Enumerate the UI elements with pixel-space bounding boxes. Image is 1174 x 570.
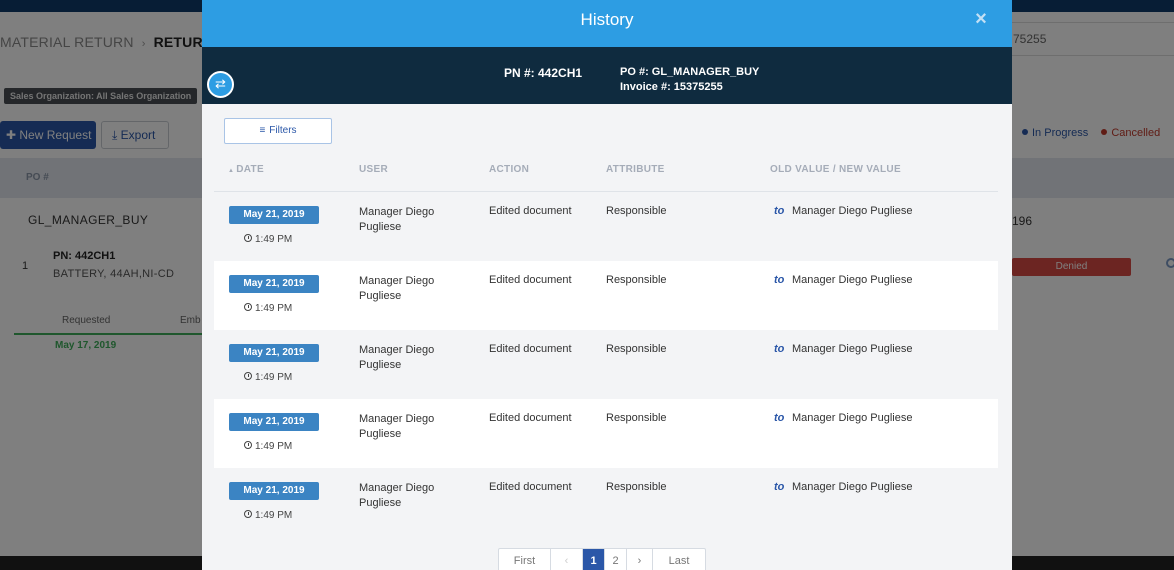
new-value-cell: Manager Diego Pugliese — [792, 481, 913, 493]
date-badge: May 21, 2019 — [229, 344, 319, 362]
history-row: May 21, 2019 1:49 PM Manager Diego Pugli… — [214, 468, 998, 537]
time-stamp: 1:49 PM — [244, 303, 292, 314]
new-value-cell: Manager Diego Pugliese — [792, 205, 913, 217]
action-cell: Edited document — [489, 412, 572, 424]
filters-button[interactable]: ≡ Filters — [224, 118, 332, 144]
attribute-column-header: ATTRIBUTE — [606, 164, 665, 175]
action-cell: Edited document — [489, 343, 572, 355]
date-badge: May 21, 2019 — [229, 206, 319, 224]
pagination: First ‹ 1 2 › Last — [498, 548, 706, 570]
user-cell: Manager Diego Pugliese — [359, 344, 435, 371]
action-cell: Edited document — [489, 481, 572, 493]
action-column-header: ACTION — [489, 164, 530, 175]
to-label: to — [774, 274, 785, 286]
invoice-number: Invoice #: 15375255 — [620, 81, 723, 93]
clock-icon — [244, 234, 252, 242]
sliders-icon: ≡ — [259, 125, 266, 136]
history-row: May 21, 2019 1:49 PM Manager Diego Pugli… — [214, 399, 998, 468]
time-label: 1:49 PM — [255, 234, 293, 245]
to-label: to — [774, 343, 785, 355]
page-button-1[interactable]: 1 — [583, 549, 605, 570]
close-icon[interactable]: × — [972, 7, 990, 31]
clock-icon — [244, 510, 252, 518]
attribute-cell: Responsible — [606, 205, 667, 217]
po-number: PO #: GL_MANAGER_BUY — [620, 66, 760, 78]
time-label: 1:49 PM — [255, 510, 293, 521]
modal-title: History — [580, 10, 634, 29]
next-page-icon[interactable]: › — [627, 549, 653, 570]
pn-number: PN #: 442CH1 — [504, 66, 583, 80]
attribute-cell: Responsible — [606, 274, 667, 286]
history-row: May 21, 2019 1:49 PM Manager Diego Pugli… — [214, 192, 998, 261]
to-label: to — [774, 205, 785, 217]
time-stamp: 1:49 PM — [244, 234, 292, 245]
time-label: 1:49 PM — [255, 441, 293, 452]
new-value-cell: Manager Diego Pugliese — [792, 343, 913, 355]
sort-asc-icon: ▲ — [228, 168, 235, 174]
filters-label: Filters — [269, 125, 297, 136]
first-page-button[interactable]: First — [499, 549, 551, 570]
date-header-label: DATE — [236, 164, 264, 175]
clock-icon — [244, 441, 252, 449]
to-label: to — [774, 412, 785, 424]
page-button-2[interactable]: 2 — [605, 549, 627, 570]
modal-header: History × — [202, 0, 1012, 47]
history-row: May 21, 2019 1:49 PM Manager Diego Pugli… — [214, 330, 998, 399]
user-cell: Manager Diego Pugliese — [359, 275, 435, 302]
action-cell: Edited document — [489, 205, 572, 217]
action-cell: Edited document — [489, 274, 572, 286]
date-column-header[interactable]: ▲ DATE — [228, 164, 264, 175]
swap-icon[interactable]: ⇄ — [207, 71, 234, 98]
attribute-cell: Responsible — [606, 412, 667, 424]
user-cell: Manager Diego Pugliese — [359, 482, 435, 509]
time-stamp: 1:49 PM — [244, 441, 292, 452]
history-row: May 21, 2019 1:49 PM Manager Diego Pugli… — [214, 261, 998, 330]
history-modal: History × ⇄ PN #: 442CH1 PO #: GL_MANAGE… — [202, 0, 1012, 570]
date-badge: May 21, 2019 — [229, 413, 319, 431]
attribute-cell: Responsible — [606, 343, 667, 355]
user-column-header: USER — [359, 164, 388, 175]
clock-icon — [244, 372, 252, 380]
to-label: to — [774, 481, 785, 493]
user-cell: Manager Diego Pugliese — [359, 413, 435, 440]
document-info-bar: ⇄ PN #: 442CH1 PO #: GL_MANAGER_BUY Invo… — [202, 47, 1012, 104]
prev-page-icon[interactable]: ‹ — [551, 549, 583, 570]
time-label: 1:49 PM — [255, 372, 293, 383]
attribute-cell: Responsible — [606, 481, 667, 493]
clock-icon — [244, 303, 252, 311]
time-stamp: 1:49 PM — [244, 510, 292, 521]
new-value-cell: Manager Diego Pugliese — [792, 412, 913, 424]
last-page-button[interactable]: Last — [653, 549, 705, 570]
new-value-cell: Manager Diego Pugliese — [792, 274, 913, 286]
time-label: 1:49 PM — [255, 303, 293, 314]
old-new-value-column-header: OLD VALUE / NEW VALUE — [770, 164, 901, 175]
time-stamp: 1:49 PM — [244, 372, 292, 383]
user-cell: Manager Diego Pugliese — [359, 206, 435, 233]
date-badge: May 21, 2019 — [229, 275, 319, 293]
date-badge: May 21, 2019 — [229, 482, 319, 500]
